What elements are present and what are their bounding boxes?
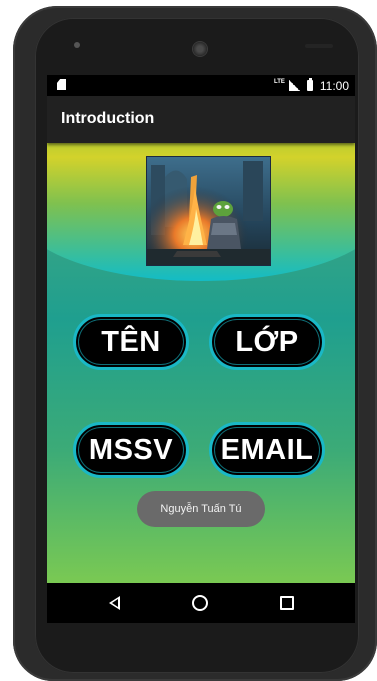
ten-button[interactable]: TÊN — [73, 314, 189, 370]
status-bar: LTE 11:00 — [47, 75, 355, 96]
profile-image — [146, 156, 271, 266]
home-icon[interactable] — [192, 595, 208, 611]
email-button[interactable]: EMAIL — [209, 422, 325, 478]
front-camera — [74, 42, 80, 48]
device-screen: LTE 11:00 Introduction TÊN LỚP MSSV EMAI… — [47, 75, 355, 623]
sd-card-icon — [57, 79, 66, 90]
main-content: TÊN LỚP MSSV EMAIL Nguyễn Tuấn Tú — [47, 143, 355, 583]
earpiece-speaker — [193, 42, 207, 56]
page: LTE 11:00 Introduction TÊN LỚP MSSV EMAI… — [0, 0, 377, 681]
mssv-button[interactable]: MSSV — [73, 422, 189, 478]
back-icon[interactable] — [109, 596, 120, 610]
signal-icon — [288, 80, 300, 91]
lop-button[interactable]: LỚP — [209, 314, 325, 370]
toast-message: Nguyễn Tuấn Tú — [137, 491, 265, 527]
profile-image-art — [147, 157, 270, 265]
battery-icon — [306, 78, 313, 91]
status-icons: LTE 11:00 — [274, 78, 349, 93]
status-clock: 11:00 — [319, 78, 349, 93]
proximity-sensor — [305, 44, 333, 48]
navigation-bar — [47, 583, 355, 623]
lte-label: LTE — [273, 78, 285, 85]
recents-icon[interactable] — [280, 596, 294, 610]
page-title: Introduction — [61, 110, 155, 127]
app-bar: Introduction — [47, 96, 355, 143]
